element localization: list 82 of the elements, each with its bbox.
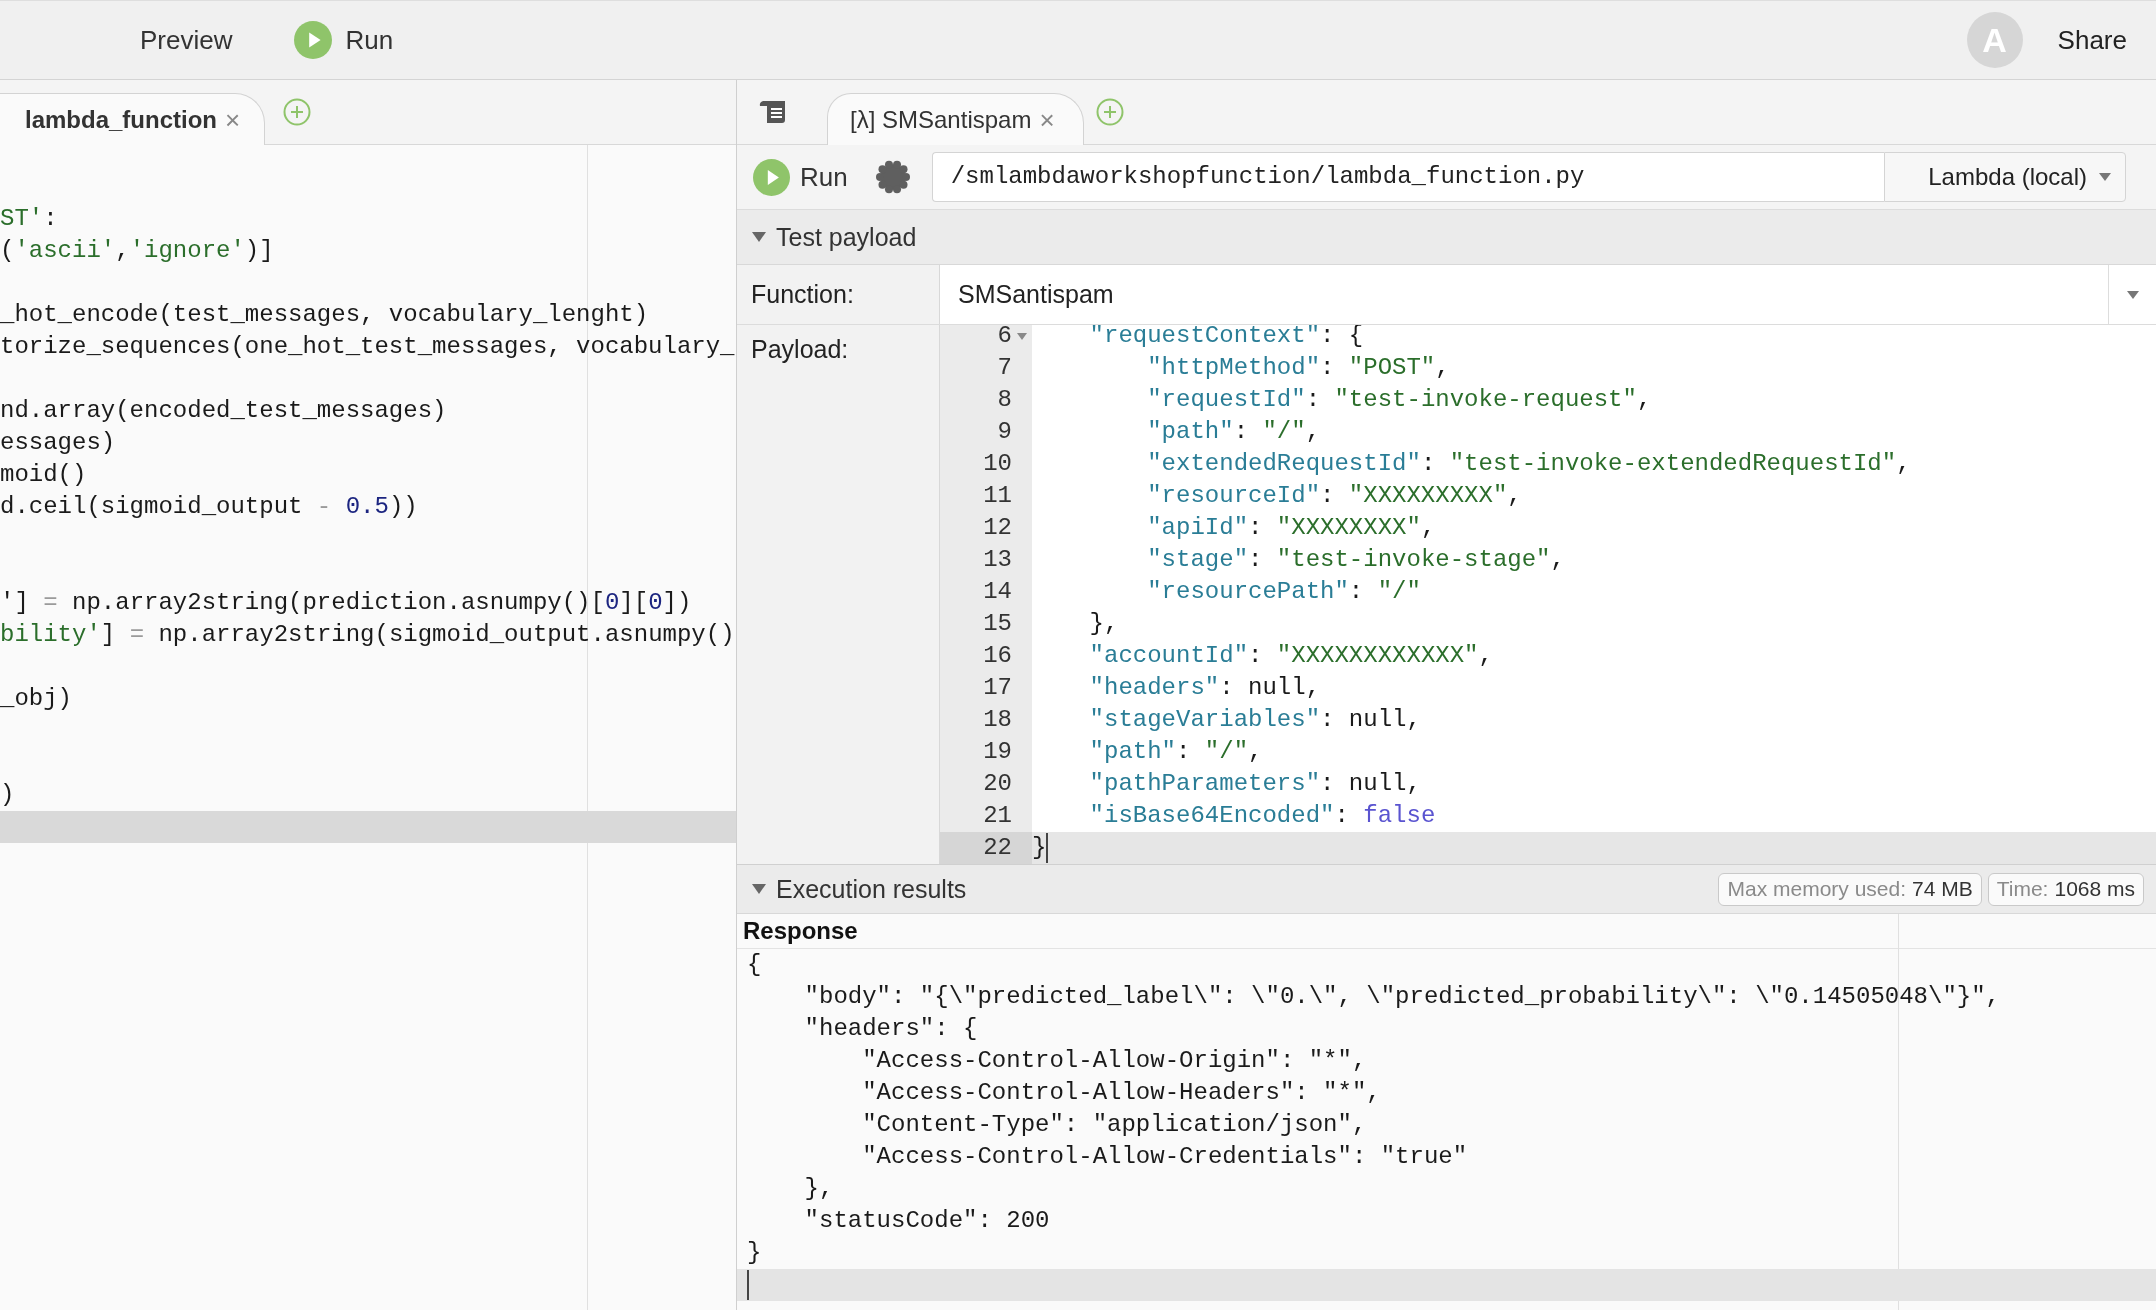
code-line: "Access-Control-Allow-Origin": "*",: [862, 1046, 1367, 1076]
line-number: 9: [997, 417, 1012, 447]
function-select[interactable]: SMSantispam: [939, 265, 2156, 324]
code-line: bility'] = np.array2string(sigmoid_output.asnumpy(): [0, 620, 735, 650]
line-number: 15: [983, 609, 1012, 639]
code-line: "headers": {: [804, 1014, 978, 1044]
line-number: 16: [983, 641, 1012, 671]
line-number: 6: [997, 325, 1012, 351]
gear-icon[interactable]: [874, 159, 911, 195]
line-number: 21: [983, 801, 1012, 831]
code-line: ST':: [0, 204, 58, 234]
stat-label: Max memory used:: [1727, 877, 1906, 901]
fold-caret-icon[interactable]: [1017, 332, 1027, 340]
line-number: 19: [983, 737, 1012, 767]
code-line: "resourcePath": "/": [1147, 577, 1421, 607]
line-number: 13: [983, 545, 1012, 575]
line-number: 10: [983, 449, 1012, 479]
code-line: "Access-Control-Allow-Headers": "*",: [862, 1078, 1381, 1108]
editor-tab[interactable]: lambda_function ×: [0, 93, 266, 145]
code-line: "path": "/",: [1147, 417, 1321, 447]
close-button[interactable]: ×: [225, 106, 241, 133]
run-button[interactable]: Run: [753, 155, 848, 199]
code-line: "Content-Type": "application/json",: [862, 1110, 1367, 1140]
line-number: 22: [983, 833, 1012, 863]
code-line: torize_sequences(one_hot_test_messages, vocabulary_: [0, 332, 735, 362]
code-line: },: [1089, 609, 1119, 639]
line-number: 14: [983, 577, 1012, 607]
code-line: }: [1032, 833, 1047, 863]
code-line: '] = np.array2string(prediction.asnumpy()[0][0]): [0, 588, 692, 618]
code-line: nd.array(encoded_test_messages): [0, 396, 447, 426]
caret-icon: [2126, 290, 2139, 299]
code-line: "requestContext": {: [1089, 325, 1364, 351]
line-number: 18: [983, 705, 1012, 735]
line-number: 20: [983, 769, 1012, 799]
code-line: "httpMethod": "POST",: [1147, 353, 1450, 383]
stat-value: 1068 ms: [2054, 877, 2135, 901]
field-label: Payload:: [751, 335, 850, 364]
caret-icon: [2099, 173, 2111, 181]
file-path-field[interactable]: /smlambdaworkshopfunction/lambda_function.py: [931, 152, 1884, 202]
play-icon: [294, 21, 333, 59]
line-number: 7: [997, 353, 1012, 383]
code-line: "resourceId": "XXXXXXXXX",: [1147, 481, 1522, 511]
code-line: ): [0, 780, 15, 810]
play-icon: [753, 158, 790, 196]
payload-editor[interactable]: [939, 325, 2156, 864]
line-number: 11: [983, 481, 1012, 511]
code-line: "statusCode": 200: [804, 1206, 1050, 1236]
code-line: d.ceil(sigmoid_output - 0.5)): [0, 492, 418, 522]
runtime-dropdown[interactable]: Lambda (local): [1884, 152, 2126, 202]
run-button[interactable]: Run: [294, 18, 394, 62]
code-line: }: [747, 1238, 762, 1268]
code-line: "extendedRequestId": "test-invoke-extendedRequestId",: [1147, 449, 1911, 479]
share-button[interactable]: Share: [2057, 18, 2127, 62]
code-line: "body": "{\"predicted_label\": \"0.\", \"predicted_probability\": \"0.14505048\"}",: [804, 982, 2000, 1012]
response-title: Response: [743, 917, 858, 945]
code-line: "apiId": "XXXXXXXX",: [1147, 513, 1436, 543]
field-label: Function:: [751, 280, 854, 309]
code-line: "pathParameters": null,: [1089, 769, 1421, 799]
code-line: "headers": null,: [1089, 673, 1321, 703]
code-line: "requestId": "test-invoke-request",: [1147, 385, 1652, 415]
code-line: "accountId": "XXXXXXXXXXXX",: [1089, 641, 1493, 671]
code-line: essages): [0, 428, 116, 458]
stat-value: 74 MB: [1912, 877, 1973, 901]
code-line: moid(): [0, 460, 87, 490]
stat-label: Time:: [1996, 877, 2049, 901]
section-toggle[interactable]: Test payload: [751, 217, 917, 257]
code-line: "path": "/",: [1089, 737, 1263, 767]
code-line: "Access-Control-Allow-Credentials": "true": [862, 1142, 1468, 1172]
code-line: "isBase64Encoded": false: [1089, 801, 1436, 831]
line-number: 17: [983, 673, 1012, 703]
code-line: {: [747, 950, 762, 980]
editor-tab[interactable]: [λ] SMSantispam ×: [827, 93, 1084, 145]
code-line: _hot_encode(test_messages, vocabulary_lenght): [0, 300, 649, 330]
code-line: _obj): [0, 684, 72, 714]
line-number: 8: [997, 385, 1012, 415]
preview-button[interactable]: Preview: [140, 18, 233, 62]
section-toggle[interactable]: Execution results: [751, 869, 967, 909]
code-line: ('ascii','ignore')]: [0, 236, 274, 266]
code-line: "stageVariables": null,: [1089, 705, 1421, 735]
line-number: 12: [983, 513, 1012, 543]
code-line: },: [804, 1174, 834, 1204]
code-line: "stage": "test-invoke-stage",: [1147, 545, 1565, 575]
